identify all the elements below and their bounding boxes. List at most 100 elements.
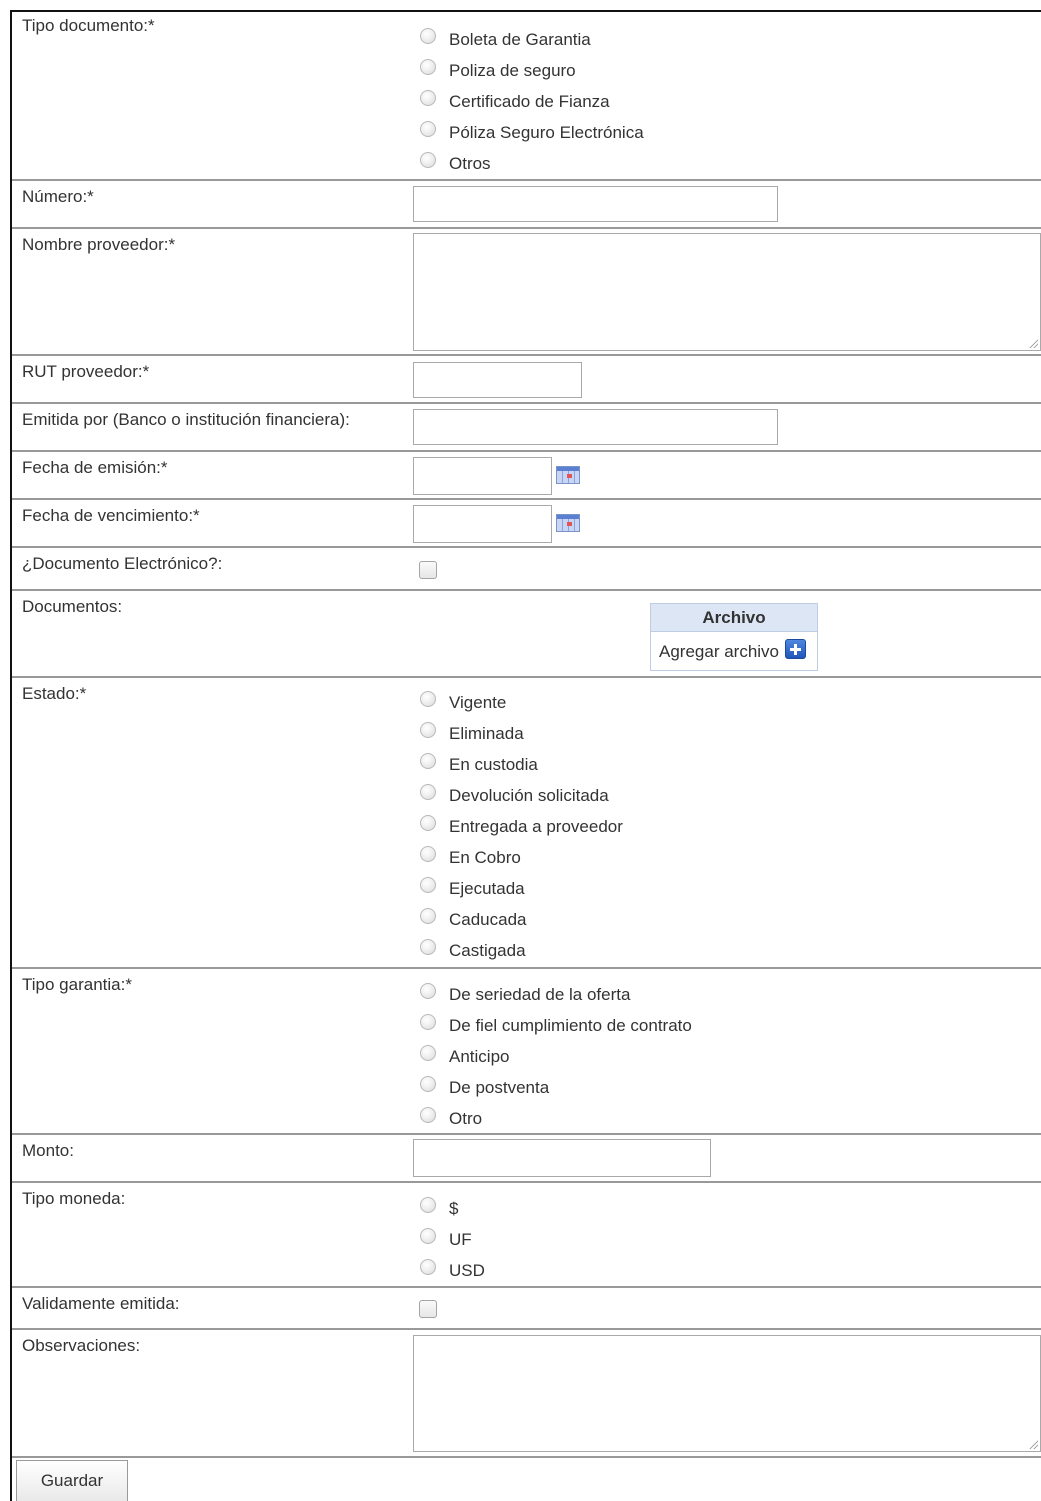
radio-button[interactable] <box>420 783 436 800</box>
radio-button[interactable] <box>420 938 436 955</box>
monto-label: Monto: <box>22 1141 74 1160</box>
radio-option[interactable]: Devolución solicitada <box>420 780 623 811</box>
radio-option[interactable]: Caducada <box>420 904 623 935</box>
radio-button[interactable] <box>420 907 436 924</box>
radio-button[interactable] <box>420 1106 436 1123</box>
radio-option[interactable]: Anticipo <box>420 1041 692 1072</box>
archivo-table: Archivo Agregar archivo <box>650 603 818 671</box>
monto-input[interactable] <box>413 1139 711 1177</box>
radio-label: Caducada <box>449 909 527 929</box>
radio-label: Otros <box>449 153 491 173</box>
save-button[interactable]: Guardar <box>16 1460 128 1501</box>
radio-button[interactable] <box>420 58 436 75</box>
radio-option[interactable]: De postventa <box>420 1072 692 1103</box>
tipo-moneda-radio-group: $ UF USD <box>420 1193 485 1286</box>
radio-button[interactable] <box>420 752 436 769</box>
radio-option[interactable]: Boleta de Garantia <box>420 24 644 55</box>
radio-option[interactable]: En custodia <box>420 749 623 780</box>
tipo-moneda-label: Tipo moneda: <box>22 1189 126 1208</box>
documentos-label: Documentos: <box>22 597 123 616</box>
radio-button[interactable] <box>420 814 436 831</box>
fecha-vencimiento-input[interactable] <box>413 505 552 543</box>
radio-option[interactable]: Poliza de seguro <box>420 55 644 86</box>
numero-label: Número:* <box>22 187 94 206</box>
row-validamente-emitida: Validamente emitida: <box>12 1288 1041 1330</box>
radio-label: Boleta de Garantia <box>449 29 591 49</box>
rut-proveedor-input[interactable] <box>413 362 582 398</box>
radio-label: Devolución solicitada <box>449 785 609 805</box>
radio-button[interactable] <box>420 876 436 893</box>
radio-label: De fiel cumplimiento de contrato <box>449 1015 692 1035</box>
radio-button[interactable] <box>420 1013 436 1030</box>
row-documentos: Documentos: Archivo Agregar archivo <box>12 591 1041 678</box>
documento-electronico-label: ¿Documento Electrónico?: <box>22 554 223 573</box>
resize-grip-icon[interactable] <box>1028 1439 1038 1449</box>
tipo-documento-label: Tipo documento:* <box>22 16 155 35</box>
add-file-plus-icon[interactable] <box>785 639 806 659</box>
radio-label: Póliza Seguro Electrónica <box>449 122 644 142</box>
radio-option[interactable]: Póliza Seguro Electrónica <box>420 117 644 148</box>
radio-label: De postventa <box>449 1077 550 1097</box>
observaciones-textarea[interactable] <box>413 1335 1041 1452</box>
row-emitida-por: Emitida por (Banco o institución financi… <box>12 404 1041 452</box>
radio-label: UF <box>449 1229 472 1249</box>
radio-label: Otro <box>449 1108 483 1128</box>
radio-option[interactable]: Certificado de Fianza <box>420 86 644 117</box>
rut-proveedor-label: RUT proveedor:* <box>22 362 150 381</box>
row-tipo-moneda: Tipo moneda: $ UF USD <box>12 1183 1041 1288</box>
radio-label: Vigente <box>449 692 507 712</box>
radio-label: En custodia <box>449 754 538 774</box>
radio-button[interactable] <box>420 982 436 999</box>
resize-grip-icon[interactable] <box>1028 338 1038 348</box>
radio-option[interactable]: Entregada a proveedor <box>420 811 623 842</box>
validamente-emitida-checkbox[interactable] <box>419 1300 437 1318</box>
numero-input[interactable] <box>413 186 778 222</box>
calendar-icon[interactable] <box>556 514 580 532</box>
radio-label: Ejecutada <box>449 878 525 898</box>
radio-button[interactable] <box>420 1258 436 1275</box>
emitida-por-label: Emitida por (Banco o institución financi… <box>22 410 350 429</box>
radio-button[interactable] <box>420 120 436 137</box>
radio-option[interactable]: Vigente <box>420 687 623 718</box>
radio-option[interactable]: Otros <box>420 148 644 179</box>
radio-button[interactable] <box>420 1196 436 1213</box>
radio-option[interactable]: $ <box>420 1193 485 1224</box>
radio-option[interactable]: En Cobro <box>420 842 623 873</box>
documento-electronico-checkbox[interactable] <box>419 561 437 579</box>
radio-button[interactable] <box>420 721 436 738</box>
radio-option[interactable]: Eliminada <box>420 718 623 749</box>
radio-option[interactable]: De seriedad de la oferta <box>420 979 692 1010</box>
row-fecha-emision: Fecha de emisión:* <box>12 452 1041 500</box>
fecha-emision-input[interactable] <box>413 457 552 495</box>
add-file-link[interactable]: Agregar archivo <box>659 642 779 662</box>
tipo-documento-radio-group: Boleta de Garantia Poliza de seguro Cert… <box>420 24 644 179</box>
radio-button[interactable] <box>420 89 436 106</box>
radio-label: De seriedad de la oferta <box>449 984 631 1004</box>
radio-label: Entregada a proveedor <box>449 816 623 836</box>
radio-option[interactable]: Otro <box>420 1103 692 1134</box>
radio-button[interactable] <box>420 1227 436 1244</box>
row-nombre-proveedor: Nombre proveedor:* <box>12 229 1041 356</box>
radio-button[interactable] <box>420 1075 436 1092</box>
radio-option[interactable]: USD <box>420 1255 485 1286</box>
emitida-por-input[interactable] <box>413 409 778 445</box>
radio-button[interactable] <box>420 1044 436 1061</box>
row-numero: Número:* <box>12 181 1041 229</box>
row-tipo-documento: Tipo documento:* Boleta de Garantia Poli… <box>12 10 1041 181</box>
radio-option[interactable]: Castigada <box>420 935 623 966</box>
radio-label: $ <box>449 1198 459 1218</box>
nombre-proveedor-textarea[interactable] <box>413 233 1041 351</box>
radio-button[interactable] <box>420 151 436 168</box>
radio-button[interactable] <box>420 27 436 44</box>
nombre-proveedor-label: Nombre proveedor:* <box>22 235 176 254</box>
radio-option[interactable]: UF <box>420 1224 485 1255</box>
radio-option[interactable]: De fiel cumplimiento de contrato <box>420 1010 692 1041</box>
radio-option[interactable]: Ejecutada <box>420 873 623 904</box>
observaciones-label: Observaciones: <box>22 1336 141 1355</box>
radio-button[interactable] <box>420 845 436 862</box>
row-observaciones: Observaciones: <box>12 1330 1041 1458</box>
row-monto: Monto: <box>12 1135 1041 1183</box>
radio-button[interactable] <box>420 690 436 707</box>
radio-label: USD <box>449 1260 485 1280</box>
calendar-icon[interactable] <box>556 466 580 484</box>
